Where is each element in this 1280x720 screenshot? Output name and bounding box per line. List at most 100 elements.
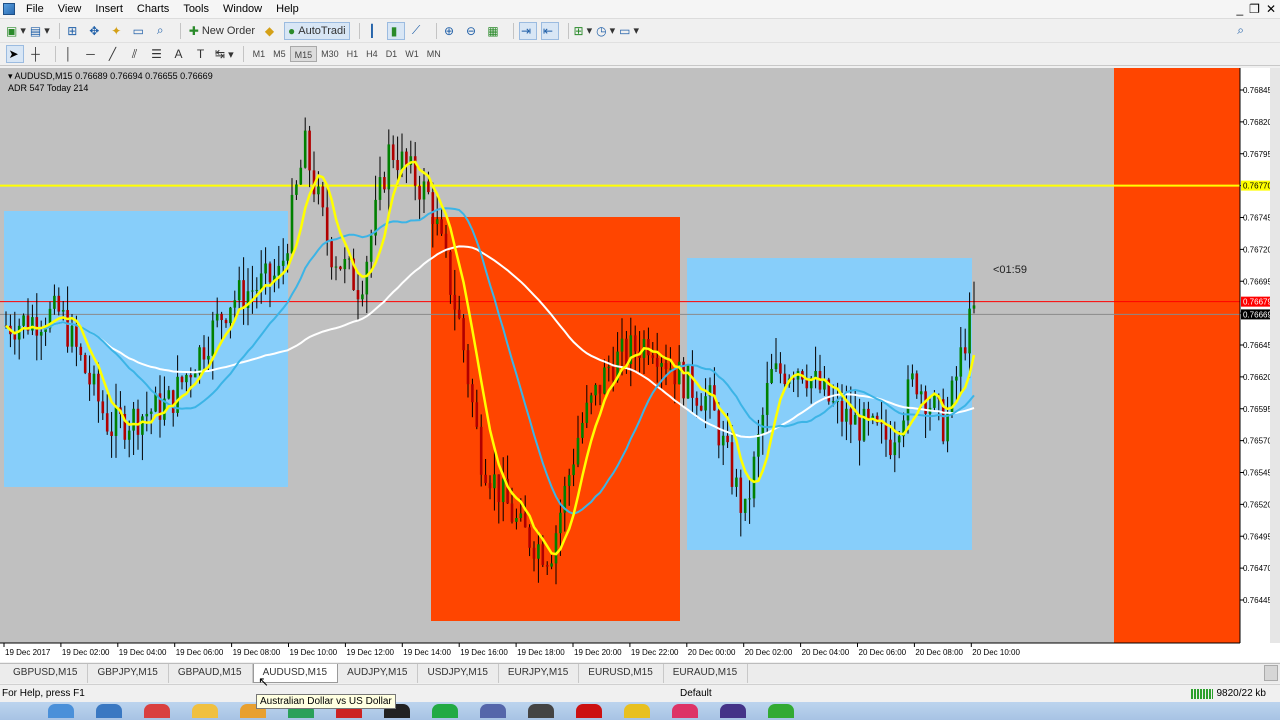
taskbar-app-icon[interactable]: [144, 704, 170, 718]
app-icon[interactable]: [3, 3, 15, 15]
candle-body: [893, 442, 897, 456]
chart-tab[interactable]: AUDJPY,M15: [338, 664, 419, 683]
chart-tab[interactable]: USDJPY,M15: [418, 664, 499, 683]
new-chart-icon[interactable]: ▣ ▾: [6, 22, 26, 40]
menu-charts[interactable]: Charts: [130, 3, 176, 16]
market-watch-icon[interactable]: ⊞: [65, 22, 83, 40]
candle-body: [321, 186, 325, 208]
profiles-icon[interactable]: ▤ ▾: [30, 22, 50, 40]
candle-body: [396, 160, 399, 171]
candle-body: [145, 413, 149, 417]
time-label: 19 Dec 10:00: [290, 648, 338, 657]
channel-icon[interactable]: ⫽: [127, 45, 145, 63]
text-icon[interactable]: A: [171, 45, 189, 63]
cursor-icon[interactable]: ➤: [6, 45, 24, 63]
timeframe-m30[interactable]: M30: [317, 46, 343, 62]
candle-body: [831, 401, 835, 403]
navigator-icon[interactable]: ✦: [109, 22, 127, 40]
candle-body: [387, 144, 391, 190]
fibonacci-icon[interactable]: ☰: [149, 45, 167, 63]
candle-body: [840, 401, 844, 422]
candle-body: [889, 439, 892, 456]
label-icon[interactable]: T: [193, 45, 211, 63]
connection-bars-icon: [1190, 688, 1213, 699]
candle-body: [427, 181, 430, 193]
taskbar-app-icon[interactable]: [672, 704, 698, 718]
chart-shift-icon[interactable]: ⇤: [540, 21, 559, 40]
taskbar-app-icon[interactable]: [768, 704, 794, 718]
vertical-line-icon[interactable]: │: [61, 45, 79, 63]
periods-icon[interactable]: ◷ ▾: [596, 22, 615, 40]
candle-body: [83, 355, 87, 373]
candle-body: [286, 253, 289, 261]
auto-trading-button[interactable]: ● AutoTradi: [284, 21, 350, 40]
new-order-button[interactable]: ✚ New Order: [186, 22, 258, 40]
chart-tab[interactable]: EURJPY,M15: [499, 664, 580, 683]
minimize-icon[interactable]: _: [1236, 2, 1243, 16]
data-window-icon[interactable]: ✥: [87, 22, 105, 40]
timeframe-w1[interactable]: W1: [401, 46, 423, 62]
price-chart[interactable]: 0.76845 0.76820 0.76795 0.76770 0.76745 0.767…: [0, 68, 1280, 662]
menu-tools[interactable]: Tools: [176, 3, 216, 16]
chart-title: ▾ AUDUSD,M15 0.76689 0.76694 0.76655 0.76…: [8, 71, 213, 81]
timeframe-h1[interactable]: H1: [343, 46, 363, 62]
arrows-icon[interactable]: ↹ ▾: [215, 45, 234, 63]
terminal-icon[interactable]: ▭: [131, 22, 149, 40]
menu-file[interactable]: File: [19, 3, 51, 16]
crosshair-icon[interactable]: ┼: [28, 45, 46, 63]
restore-icon[interactable]: ❐: [1249, 2, 1260, 16]
tile-windows-icon[interactable]: ▦: [486, 22, 504, 40]
close-icon[interactable]: ✕: [1266, 2, 1276, 16]
taskbar-app-icon[interactable]: [720, 704, 746, 718]
metaeditor-icon[interactable]: ◆: [262, 22, 280, 40]
templates-icon[interactable]: ▭ ▾: [619, 22, 639, 40]
strategy-tester-icon[interactable]: ⌕: [153, 22, 171, 40]
chart-tab[interactable]: GBPUSD,M15: [4, 664, 89, 683]
candle-body: [594, 384, 597, 396]
chart-tab[interactable]: EURUSD,M15: [579, 664, 664, 683]
chart-tab[interactable]: GBPAUD,M15: [169, 664, 253, 683]
candlesticks-icon[interactable]: ▮: [386, 21, 405, 40]
timeframe-m1[interactable]: M1: [249, 46, 270, 62]
zoom-out-icon[interactable]: ⊖: [464, 22, 482, 40]
tabs-scroll-button[interactable]: [1264, 665, 1278, 681]
candle-body: [110, 431, 113, 436]
candle-body: [202, 347, 206, 360]
timeframe-m15[interactable]: M15: [289, 46, 318, 62]
indicators-icon[interactable]: ⊞ ▾: [574, 22, 593, 40]
taskbar-app-icon[interactable]: [48, 704, 74, 718]
taskbar-app-icon[interactable]: [192, 704, 218, 718]
timeframe-mn[interactable]: MN: [423, 46, 445, 62]
taskbar-app-icon[interactable]: [624, 704, 650, 718]
candle-body: [541, 544, 545, 565]
candle-body: [673, 368, 677, 385]
zoom-in-icon[interactable]: ⊕: [442, 22, 460, 40]
taskbar-app-icon[interactable]: [480, 704, 506, 718]
taskbar-app-icon[interactable]: [528, 704, 554, 718]
status-traffic: 9820/22 kb: [1190, 688, 1266, 699]
horizontal-line-icon[interactable]: ─: [83, 45, 101, 63]
menu-view[interactable]: View: [51, 3, 89, 16]
candle-body: [677, 361, 681, 385]
taskbar-app-icon[interactable]: [96, 704, 122, 718]
timeframe-h4[interactable]: H4: [362, 46, 382, 62]
trendline-icon[interactable]: ╱: [105, 45, 123, 63]
search-icon[interactable]: ⌕: [1237, 23, 1244, 38]
price-label: 0.76570: [1243, 437, 1272, 446]
bar-chart-icon[interactable]: ┃: [365, 22, 383, 40]
line-chart-icon[interactable]: ⟋: [409, 22, 427, 40]
menu-help[interactable]: Help: [269, 3, 306, 16]
candle-body: [739, 477, 743, 513]
candle-body: [13, 334, 17, 340]
chart-tab[interactable]: EURAUD,M15: [664, 664, 749, 683]
menu-insert[interactable]: Insert: [88, 3, 130, 16]
chart-tab[interactable]: GBPJPY,M15: [88, 664, 169, 683]
timeframe-d1[interactable]: D1: [382, 46, 402, 62]
auto-scroll-icon[interactable]: ⇥: [518, 21, 537, 40]
timeframe-m5[interactable]: M5: [269, 46, 290, 62]
taskbar-app-icon[interactable]: [432, 704, 458, 718]
taskbar-app-icon[interactable]: [576, 704, 602, 718]
candle-body: [752, 456, 756, 499]
chart-canvas[interactable]: 0.76845 0.76820 0.76795 0.76770 0.76745 0.767…: [0, 68, 1280, 662]
menu-window[interactable]: Window: [216, 3, 269, 16]
